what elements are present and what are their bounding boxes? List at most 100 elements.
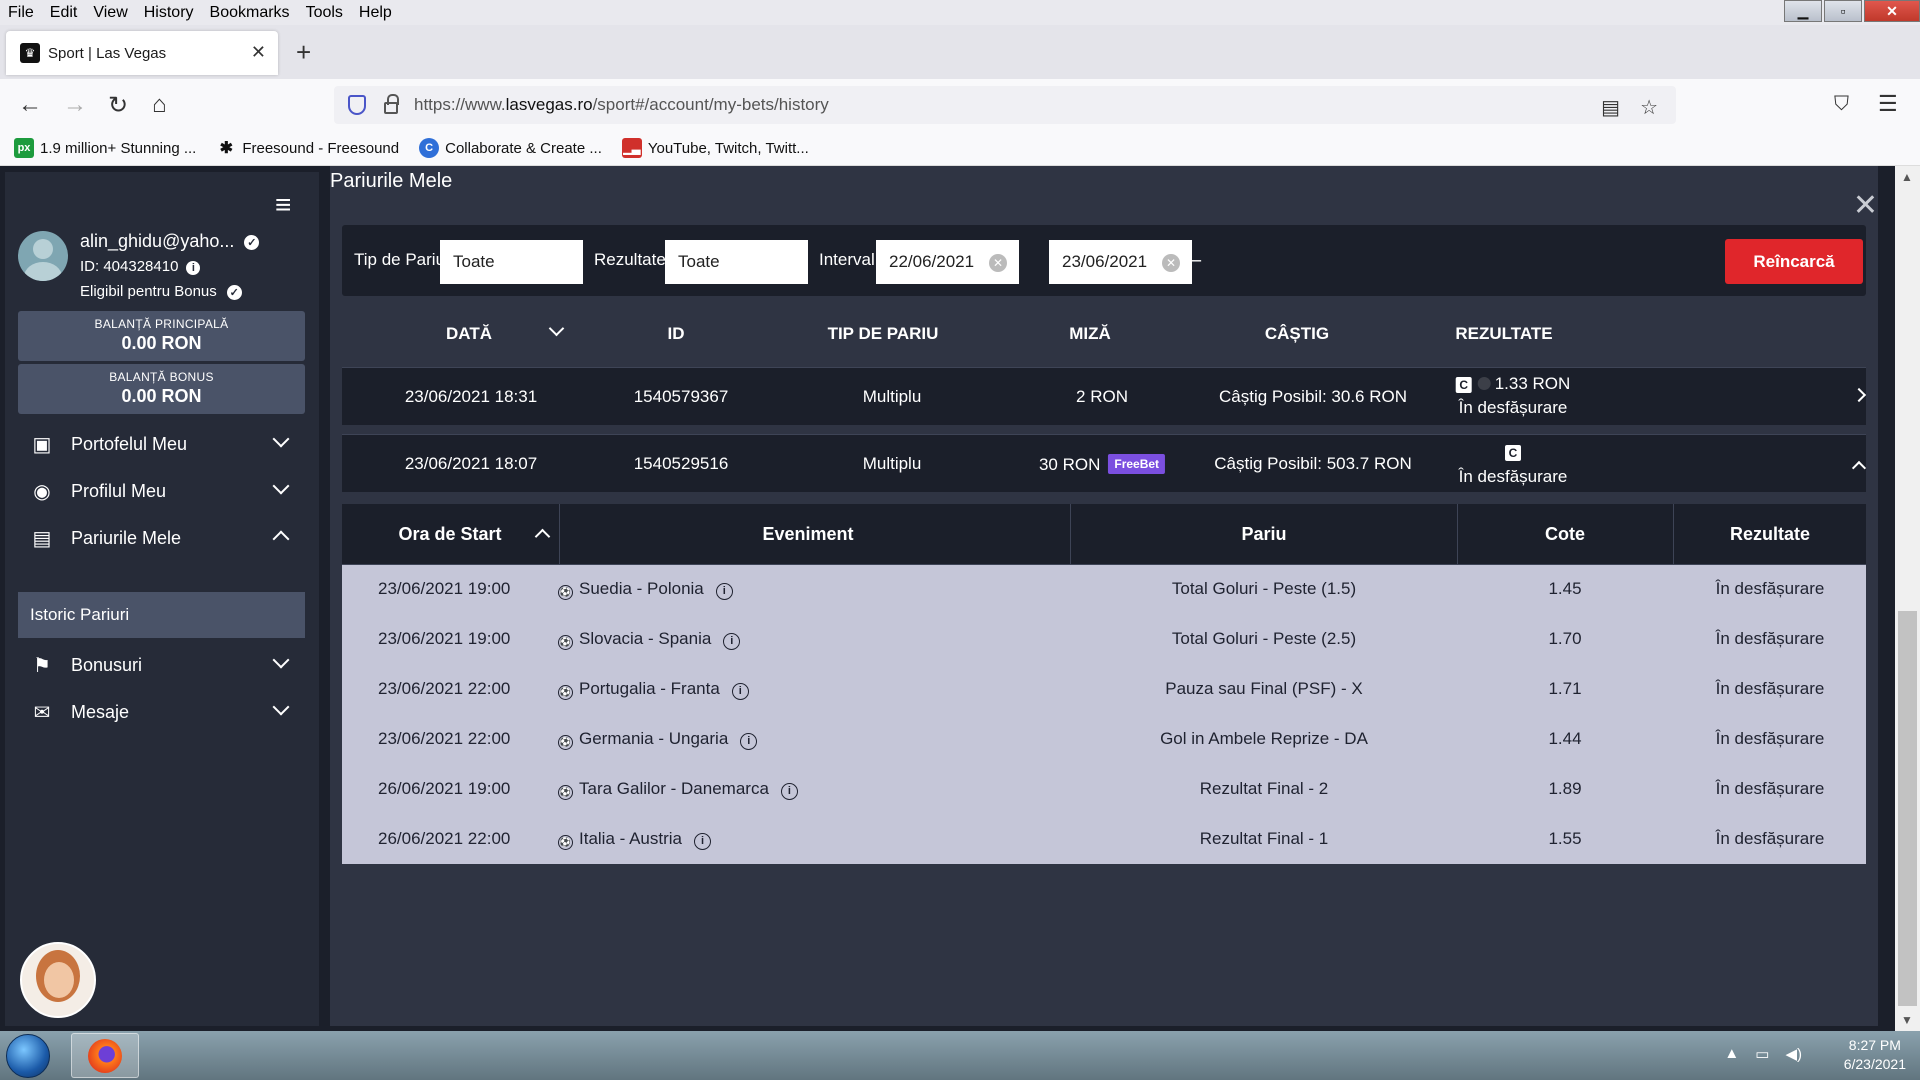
- sidebar-item-label: Profilul Meu: [71, 480, 167, 501]
- info-icon[interactable]: i: [694, 832, 711, 850]
- selection-event: Tara Galilor - Danemarca: [579, 779, 769, 798]
- menu-view[interactable]: View: [85, 4, 135, 22]
- menu-history[interactable]: History: [136, 4, 202, 22]
- new-tab-button[interactable]: +: [296, 37, 311, 68]
- table-row: 23/06/2021 19:00 ⚽ Suedia - Polonia i Tota…: [342, 565, 1866, 615]
- bookmark-item[interactable]: px 1.9 million+ Stunning ...: [14, 138, 196, 158]
- date-to-field[interactable]: 23/06/2021 ✕: [1049, 240, 1192, 284]
- bets-table-header: DATĂ ID TIP DE PARIU MIZĂ CÂȘTIG REZULTA…: [342, 306, 1866, 360]
- minimize-button[interactable]: ▁: [1784, 0, 1822, 22]
- sidebar-item-label: Portofelul Meu: [71, 433, 188, 454]
- chevron-up-icon: [272, 530, 290, 548]
- table-row: 26/06/2021 19:00 ⚽ Tara Galilor - Danemar…: [342, 765, 1866, 815]
- bookmark-star-icon[interactable]: ☆: [1640, 95, 1658, 120]
- support-chat-avatar[interactable]: [20, 942, 96, 1018]
- reload-button[interactable]: Reîncarcă: [1725, 239, 1863, 284]
- hamburger-menu-icon[interactable]: ☰: [1878, 91, 1898, 117]
- envelope-icon: ✉: [33, 701, 51, 724]
- sidebar-item-profile[interactable]: ◉ Profilul Meu: [5, 468, 319, 514]
- chevron-right-icon[interactable]: [1851, 387, 1867, 403]
- reader-view-icon[interactable]: ▤: [1601, 95, 1620, 120]
- back-arrow-icon[interactable]: ←: [18, 91, 42, 119]
- chevron-down-icon[interactable]: [548, 320, 565, 337]
- lock-icon[interactable]: [384, 94, 399, 114]
- selection-bet: Gol in Ambele Reprize - DA: [1160, 729, 1368, 748]
- selection-start: 23/06/2021 19:00: [378, 629, 511, 648]
- menu-help[interactable]: Help: [351, 4, 400, 22]
- volume-icon[interactable]: ◀): [1785, 1045, 1802, 1063]
- selection-odds: 1.55: [1548, 829, 1582, 848]
- forward-arrow-icon[interactable]: →: [63, 91, 87, 119]
- home-icon[interactable]: ⌂: [152, 91, 167, 119]
- pocket-icon[interactable]: ⛉: [1834, 93, 1849, 116]
- taskbar-firefox[interactable]: [71, 1033, 139, 1078]
- bonus-eligibility-row: Eligibil pentru Bonus ✓: [80, 283, 242, 300]
- info-icon[interactable]: i: [715, 582, 733, 600]
- bet-row-expanded[interactable]: 23/06/2021 18:07 1540529516 Multiplu 30 …: [342, 434, 1867, 492]
- menu-tools[interactable]: Tools: [298, 4, 351, 22]
- page-scrollbar[interactable]: ▲ ▼: [1895, 166, 1920, 1031]
- info-icon[interactable]: i: [740, 732, 758, 750]
- selection-event: Suedia - Polonia: [579, 579, 704, 598]
- bars-icon: ▁▃: [621, 138, 642, 158]
- address-bar[interactable]: https://www. lasvegas.ro/sport#/account/m…: [334, 86, 1676, 124]
- sidebar-item-messages[interactable]: ✉ Mesaje: [5, 689, 319, 735]
- sidebar-item-bonuses[interactable]: ⚑ Bonusuri: [5, 642, 319, 688]
- sidebar-item-wallet[interactable]: ▣ Portofelul Meu: [5, 421, 319, 467]
- selection-event: Germania - Ungaria: [579, 729, 729, 748]
- chevron-down-icon: [272, 698, 290, 716]
- bet-row[interactable]: 23/06/2021 18:31 1540579367 Multiplu 2 R…: [342, 367, 1867, 425]
- clock[interactable]: 8:27 PM 6/23/2021: [1844, 1036, 1906, 1074]
- scroll-up-icon[interactable]: ▲: [1901, 170, 1913, 184]
- clear-date-icon[interactable]: ✕: [1162, 254, 1180, 272]
- info-icon[interactable]: i: [780, 782, 798, 800]
- browser-tab[interactable]: ♛ Sport | Las Vegas ✕: [6, 31, 278, 75]
- cashout-icon[interactable]: C: [1505, 442, 1521, 462]
- chevron-up-icon[interactable]: [534, 528, 551, 545]
- info-icon[interactable]: i: [731, 682, 749, 700]
- menu-edit[interactable]: Edit: [42, 4, 86, 22]
- scroll-down-icon[interactable]: ▼: [1901, 1013, 1913, 1027]
- tray-expand-icon[interactable]: ▲: [1724, 1045, 1739, 1063]
- sidebar-item-label: Pariurile Mele: [71, 527, 182, 548]
- network-icon[interactable]: ▭: [1755, 1045, 1769, 1063]
- collapse-sidebar-icon[interactable]: ≡: [275, 189, 291, 221]
- date-from-field[interactable]: 22/06/2021 ✕: [876, 240, 1019, 284]
- selection-odds: 1.71: [1548, 679, 1582, 698]
- start-button[interactable]: [6, 1034, 50, 1078]
- column-id: ID: [667, 324, 685, 343]
- close-icon[interactable]: ✕: [1853, 188, 1878, 223]
- tab-close-icon[interactable]: ✕: [251, 42, 266, 63]
- clear-date-icon[interactable]: ✕: [989, 254, 1007, 272]
- window-close-button[interactable]: ✕: [1864, 0, 1920, 22]
- chevron-up-icon[interactable]: [1851, 460, 1867, 476]
- user-id: ID: 404328410: [80, 258, 179, 275]
- column-divider: [1457, 504, 1458, 565]
- sidebar-subitem-bet-history[interactable]: Istoric Pariuri: [18, 592, 305, 638]
- column-date[interactable]: DATĂ: [446, 324, 492, 344]
- scrollbar-thumb[interactable]: [1898, 611, 1917, 1006]
- menu-file[interactable]: File: [0, 4, 42, 22]
- tracking-shield-icon[interactable]: [348, 95, 366, 115]
- column-divider: [1673, 504, 1674, 565]
- sidebar-item-label: Mesaje: [71, 701, 130, 722]
- info-icon[interactable]: i: [186, 261, 201, 275]
- bookmark-item[interactable]: ✱ Freesound - Freesound: [216, 138, 399, 158]
- bet-type-select[interactable]: Toate: [440, 240, 583, 284]
- cashout-icon[interactable]: C: [1455, 377, 1472, 393]
- url-path: /sport#/account/my-bets/history: [592, 95, 829, 114]
- column-start-time[interactable]: Ora de Start: [398, 524, 501, 545]
- info-icon[interactable]: i: [723, 632, 741, 650]
- results-select[interactable]: Toate: [665, 240, 808, 284]
- bookmark-item[interactable]: ▁▃ YouTube, Twitch, Twitt...: [621, 138, 809, 158]
- event-cell: ⚽ Slovacia - Spania i: [558, 629, 741, 650]
- firefox-icon: [88, 1038, 122, 1073]
- tab-title: Sport | Las Vegas: [48, 44, 167, 62]
- bookmark-item[interactable]: C Collaborate & Create ...: [419, 138, 602, 158]
- bet-date: 23/06/2021 18:31: [404, 387, 538, 406]
- sidebar-item-my-bets[interactable]: ▤ Pariurile Mele: [5, 515, 319, 561]
- bet-type: Multiplu: [862, 454, 922, 473]
- menu-bookmarks[interactable]: Bookmarks: [202, 4, 298, 22]
- reload-icon[interactable]: ↻: [108, 91, 128, 120]
- maximize-button[interactable]: ▫: [1824, 0, 1862, 22]
